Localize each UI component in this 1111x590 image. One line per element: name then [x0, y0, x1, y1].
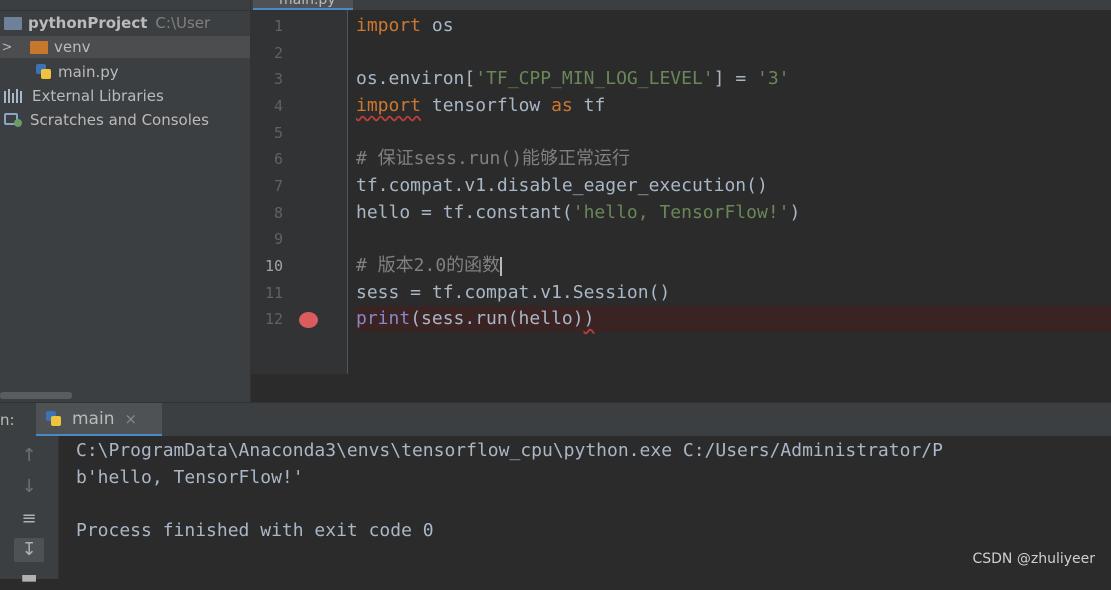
code-text: )	[583, 308, 595, 329]
code-editor[interactable]: main.py 1 2 3 4 5 6 7 8 9 10 11 12 impor…	[251, 0, 1111, 402]
code-line[interactable]: os.environ['TF_CPP_MIN_LOG_LEVEL'] = '3'	[356, 66, 1111, 92]
python-icon	[46, 410, 62, 427]
code-line[interactable]: hello = tf.constant('hello, TensorFlow!'…	[356, 200, 1111, 226]
soft-wrap-icon[interactable]: ≡	[14, 507, 44, 531]
line-number: 1	[273, 17, 283, 35]
code-string: 'TF_CPP_MIN_LOG_LEVEL'	[475, 68, 714, 89]
line-number: 5	[273, 124, 283, 142]
code-keyword: import	[356, 15, 422, 36]
project-panel: pythonProject C:\User > venv main.py Ext…	[0, 0, 251, 402]
code-line-breakpoint[interactable]: print(sess.run(hello))	[356, 306, 1111, 332]
tree-item-label: External Libraries	[32, 87, 164, 105]
clear-icon[interactable]: ▬	[14, 566, 44, 590]
project-root[interactable]: pythonProject C:\User	[0, 12, 250, 34]
line-number: 2	[273, 44, 283, 62]
tree-item-main-py[interactable]: main.py	[0, 61, 250, 83]
tree-item-scratches[interactable]: Scratches and Consoles	[0, 109, 250, 131]
python-file-icon	[36, 64, 52, 80]
project-root-name: pythonProject	[28, 14, 148, 32]
code-line[interactable]: import os	[356, 13, 1111, 39]
code-text: tensorflow	[421, 95, 552, 116]
code-text: )	[789, 202, 801, 223]
code-keyword: import	[356, 95, 422, 116]
tree-item-external-libraries[interactable]: External Libraries	[0, 85, 250, 107]
text-caret	[500, 256, 503, 276]
library-icon	[4, 89, 26, 103]
chevron-right-icon[interactable]: >	[0, 40, 14, 55]
arrow-up-icon[interactable]: ↑	[14, 444, 44, 468]
code-text: os.environ[	[356, 68, 476, 89]
code-string: '3'	[757, 68, 790, 89]
code-text: hello = tf.constant(	[356, 202, 573, 223]
console-line: b'hello, TensorFlow!'	[76, 467, 304, 488]
run-panel-header: n: main ×	[0, 402, 1111, 437]
code-line[interactable]: import tensorflow as tf	[356, 93, 1111, 119]
line-number: 9	[273, 230, 283, 248]
code-line[interactable]: sess = tf.compat.v1.Session()	[356, 280, 1111, 306]
line-number: 6	[273, 150, 283, 168]
tree-item-label: main.py	[58, 63, 119, 81]
line-number: 3	[273, 70, 283, 88]
line-number: 12	[264, 310, 283, 328]
folder-icon	[4, 16, 22, 30]
code-text: ] =	[713, 68, 757, 89]
line-number: 11	[264, 284, 283, 302]
project-root-path: C:\User	[155, 14, 211, 32]
run-toolbar: ↑ ↓ ≡ ↧ ▬	[0, 436, 59, 588]
line-number: 7	[273, 177, 283, 195]
code-string: 'hello, TensorFlow!'	[572, 202, 790, 223]
breakpoint-icon[interactable]	[299, 312, 318, 328]
tab-main-py[interactable]: main.py	[253, 0, 353, 10]
watermark: CSDN @zhuliyeer	[972, 551, 1095, 567]
console-line: Process finished with exit code 0	[76, 520, 434, 541]
code-comment: # 版本2.0的函数	[356, 255, 501, 276]
scratches-icon	[4, 112, 24, 128]
code-line-current[interactable]: # 版本2.0的函数	[356, 253, 1111, 279]
code-text: (sess.run(hello)	[410, 308, 584, 329]
close-icon[interactable]: ×	[124, 410, 137, 428]
code-builtin: print	[356, 308, 411, 329]
line-number: 4	[273, 97, 283, 115]
run-panel-label: n:	[0, 411, 15, 429]
tab-run-main[interactable]: main ×	[36, 403, 162, 437]
code-keyword: as	[551, 95, 573, 116]
line-number: 10	[264, 257, 283, 275]
run-console[interactable]: C:\ProgramData\Anaconda3\envs\tensorflow…	[59, 436, 1111, 579]
project-toolbar	[0, 0, 250, 11]
editor-gutter[interactable]: 1 2 3 4 5 6 7 8 9 10 11 12	[251, 10, 348, 374]
line-number: 8	[273, 204, 283, 222]
tree-item-label: Scratches and Consoles	[30, 111, 209, 129]
code-comment-line[interactable]: # 保证sess.run()能够正常运行	[356, 146, 1111, 172]
tree-item-venv[interactable]: > venv	[0, 36, 250, 58]
run-tab-label: main	[72, 408, 115, 429]
arrow-down-icon[interactable]: ↓	[14, 475, 44, 499]
code-text: os	[421, 15, 454, 36]
editor-tab-bar: main.py	[251, 0, 1111, 10]
console-line: C:\ProgramData\Anaconda3\envs\tensorflow…	[76, 440, 943, 461]
code-text: tf	[572, 95, 606, 116]
scroll-to-end-icon[interactable]: ↧	[14, 538, 44, 562]
folder-icon	[30, 40, 48, 54]
code-line[interactable]: tf.compat.v1.disable_eager_execution()	[356, 173, 1111, 199]
tab-label: main.py	[279, 0, 336, 8]
tree-item-label: venv	[54, 38, 91, 56]
editor-empty-area	[251, 374, 1111, 402]
horizontal-scrollbar[interactable]	[0, 392, 72, 399]
